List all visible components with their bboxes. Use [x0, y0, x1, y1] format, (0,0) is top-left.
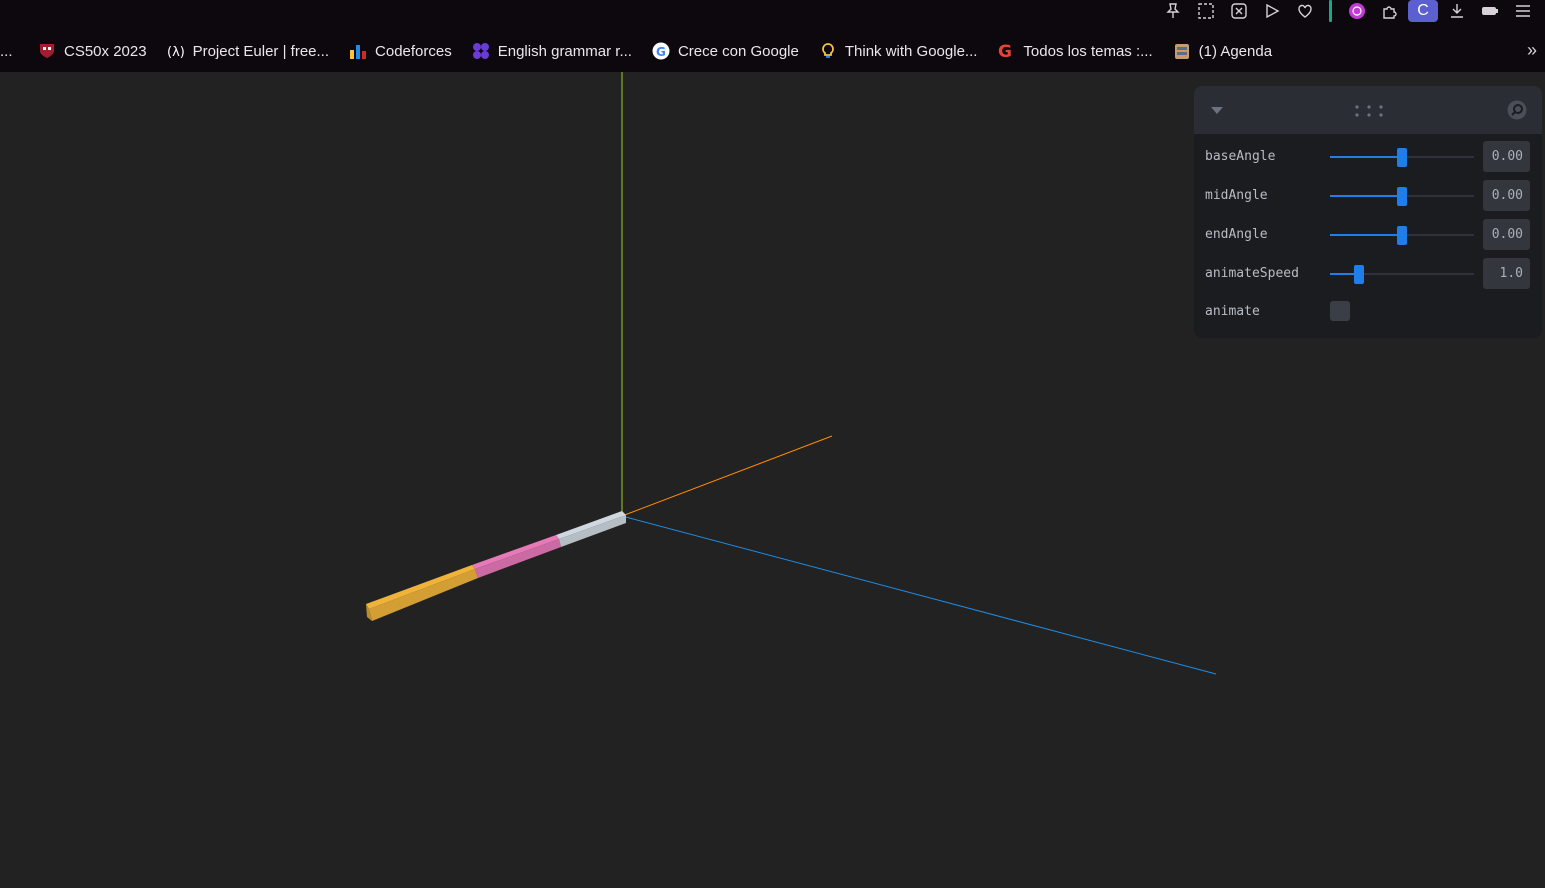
drag-handle-icon[interactable]: [1354, 104, 1384, 118]
mid-angle-value[interactable]: 0.00: [1483, 180, 1530, 211]
end-angle-slider[interactable]: [1330, 219, 1474, 251]
chevron-double-right-icon[interactable]: »: [1527, 40, 1537, 61]
toolbar-divider: [1329, 0, 1332, 22]
agenda-icon: [1173, 42, 1191, 60]
play-icon[interactable]: [1255, 0, 1288, 22]
profile-icon[interactable]: C: [1408, 0, 1438, 22]
robot-arm: [366, 511, 626, 621]
slider-fill: [1330, 195, 1402, 197]
browser-toolbar: C: [0, 0, 1545, 30]
bookmark-todos-los-temas[interactable]: G Todos los temas :...: [987, 36, 1162, 66]
panel-header: [1194, 86, 1542, 134]
bookmarks-bar: ... CS50x 2023 (λ) Project Euler | free.…: [0, 30, 1545, 72]
animate-speed-label: animateSpeed: [1205, 266, 1299, 281]
arm-segment-mid-side: [475, 539, 561, 578]
harvard-shield-icon: [38, 42, 56, 60]
z-axis-line: [621, 515, 1217, 675]
mid-angle-label: midAngle: [1205, 188, 1268, 203]
bookmarks-overflow-left[interactable]: ...: [0, 43, 20, 60]
puzzle-icon[interactable]: [1373, 0, 1406, 22]
battery-icon[interactable]: [1473, 0, 1506, 22]
bookmark-label: English grammar r...: [497, 42, 632, 60]
google-icon: G: [997, 42, 1015, 60]
menu-icon[interactable]: [1506, 0, 1539, 22]
animate-speed-value[interactable]: 1.0: [1483, 258, 1530, 289]
slider-fill: [1330, 234, 1402, 236]
base-angle-value[interactable]: 0.00: [1483, 141, 1530, 172]
pin-icon[interactable]: [1156, 0, 1189, 22]
bookmark-english-grammar[interactable]: English grammar r...: [462, 36, 642, 66]
google-icon: G: [652, 42, 670, 60]
animate-speed-slider[interactable]: [1330, 258, 1474, 290]
download-icon[interactable]: [1440, 0, 1473, 22]
bookmark-label: Todos los temas :...: [1023, 42, 1153, 60]
animate-label: animate: [1205, 304, 1260, 319]
collapse-caret-icon[interactable]: [1210, 103, 1224, 117]
grammar-icon: [472, 42, 490, 60]
control-row-mid-angle: midAngle 0.00: [1194, 180, 1542, 212]
slider-fill: [1330, 156, 1402, 158]
euler-icon: (λ): [167, 42, 185, 60]
control-row-end-angle: endAngle 0.00: [1194, 219, 1542, 251]
arm-segment-end-side: [369, 569, 478, 621]
bookmark-label: Project Euler | free...: [192, 42, 330, 60]
arm-segment-end: [366, 565, 475, 609]
slider-knob[interactable]: [1353, 265, 1364, 284]
bookmark-label: Think with Google...: [844, 42, 978, 60]
x-axis-line: [621, 435, 833, 517]
control-row-animate: animate: [1194, 296, 1542, 328]
bookmark-cs50x[interactable]: CS50x 2023: [28, 36, 157, 66]
svg-text:(λ): (λ): [167, 45, 185, 60]
svg-text:G: G: [998, 42, 1012, 60]
end-angle-value[interactable]: 0.00: [1483, 219, 1530, 250]
bookmark-label: (1) Agenda: [1198, 42, 1273, 60]
bookmark-label: Crece con Google: [677, 42, 799, 60]
slider-knob[interactable]: [1397, 226, 1407, 245]
toolbar-icons: C: [1156, 0, 1539, 22]
svg-text:G: G: [656, 45, 666, 59]
end-angle-label: endAngle: [1205, 227, 1268, 242]
search-icon[interactable]: [1507, 100, 1527, 120]
bookmark-agenda[interactable]: (1) Agenda: [1163, 36, 1282, 66]
bookmark-crece-con-google[interactable]: G Crece con Google: [642, 36, 809, 66]
animate-checkbox[interactable]: [1330, 301, 1350, 321]
slider-knob[interactable]: [1397, 148, 1407, 167]
base-angle-label: baseAngle: [1205, 149, 1276, 164]
mid-angle-slider[interactable]: [1330, 180, 1474, 212]
controls-panel: baseAngle 0.00 midAngle 0.00 endAngle 0.…: [1194, 86, 1542, 338]
bookmark-label: Codeforces: [375, 42, 452, 60]
slider-knob[interactable]: [1397, 187, 1407, 206]
base-angle-slider[interactable]: [1330, 141, 1474, 173]
shield-x-icon[interactable]: [1222, 0, 1255, 22]
extension-magnifier-icon[interactable]: [1340, 0, 1373, 22]
bookmark-project-euler[interactable]: (λ) Project Euler | free...: [157, 36, 339, 66]
control-row-animate-speed: animateSpeed 1.0: [1194, 258, 1542, 290]
lightbulb-icon: [819, 42, 837, 60]
bookmark-think-with-google[interactable]: Think with Google...: [809, 36, 988, 66]
control-row-base-angle: baseAngle 0.00: [1194, 141, 1542, 173]
bookmark-codeforces[interactable]: Codeforces: [339, 36, 462, 66]
codeforces-icon: [349, 42, 367, 60]
bookmark-label: CS50x 2023: [64, 42, 147, 60]
screenshot-icon[interactable]: [1189, 0, 1222, 22]
heart-icon[interactable]: [1288, 0, 1321, 22]
